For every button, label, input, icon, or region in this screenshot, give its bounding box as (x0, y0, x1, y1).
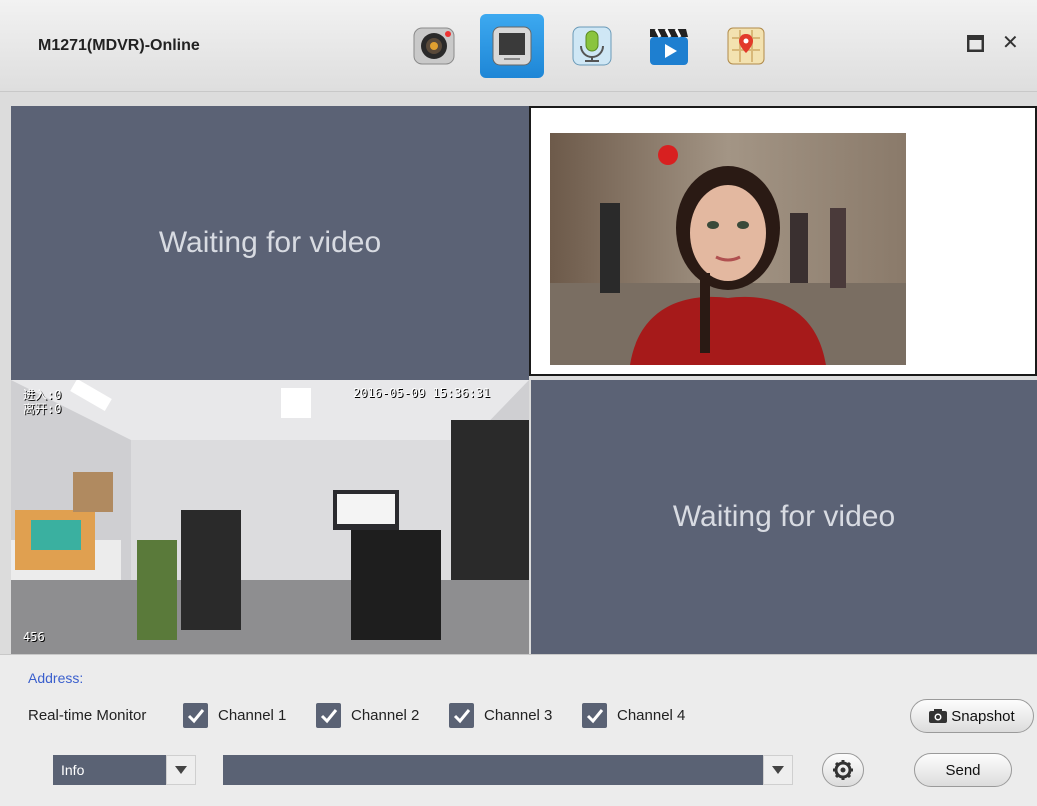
map-icon (727, 27, 765, 65)
settings-button[interactable] (822, 753, 864, 787)
snapshot-button[interactable]: Snapshot (910, 699, 1034, 733)
maximize-icon[interactable]: 🗖 (966, 30, 985, 64)
channel-2-checkbox[interactable] (316, 703, 341, 728)
window-title: M1271(MDVR)-Online (38, 37, 200, 54)
snapshot-label: Snapshot (951, 707, 1015, 725)
close-icon[interactable]: ✕ (1002, 30, 1019, 55)
playback-tool-button[interactable] (637, 14, 701, 78)
checkmark-icon (187, 708, 204, 723)
control-panel: Address: Real-time Monitor Channel 1 Cha… (0, 654, 1037, 806)
osd-timestamp: 2016-05-09 15:36:31 (353, 386, 491, 400)
office-video-frame (11, 380, 529, 654)
channel-1-checkbox[interactable] (183, 703, 208, 728)
video-channel-1[interactable]: Waiting for video (11, 106, 529, 380)
camera-tool-button[interactable] (402, 14, 466, 78)
channel-3-checkbox[interactable] (449, 703, 474, 728)
channel-4-label: Channel 4 (617, 707, 686, 724)
checkmark-icon (320, 708, 337, 723)
waiting-text: Waiting for video (158, 226, 382, 259)
osd-channel-number: 456 (23, 630, 45, 644)
checkmark-icon (453, 708, 470, 723)
gear-icon (833, 760, 853, 780)
info-dropdown-arrow[interactable] (166, 755, 196, 785)
map-tool-button[interactable] (714, 14, 778, 78)
channel-3-label: Channel 3 (484, 707, 553, 724)
send-button[interactable]: Send (914, 753, 1012, 787)
channel-4-checkbox[interactable] (582, 703, 607, 728)
video-channel-4[interactable]: Waiting for video (531, 380, 1037, 654)
chevron-down-icon (175, 766, 187, 774)
video-channel-2[interactable] (529, 106, 1037, 376)
chevron-down-icon (772, 766, 784, 774)
clapperboard-icon (650, 28, 688, 65)
microphone-icon (572, 26, 612, 66)
checkmark-icon (586, 708, 603, 723)
osd-counter-out: 离开:0 (23, 402, 62, 416)
command-select[interactable] (223, 755, 793, 785)
monitor-icon (492, 26, 532, 66)
channel-1-label: Channel 1 (218, 707, 287, 724)
address-label: Address: (28, 670, 84, 686)
microphone-tool-button[interactable] (560, 14, 624, 78)
video-channel-3[interactable]: 进入:0 离开:0 2016-05-09 15:36:31 456 (11, 380, 529, 654)
info-select-value: Info (61, 762, 85, 778)
portrait-video-frame (550, 133, 906, 365)
camera-icon (929, 709, 948, 723)
title-bar: M1271(MDVR)-Online 🗖 ✕ (0, 0, 1037, 92)
video-grid: Waiting for video 进入:0 离开:0 2016-05-09 1… (0, 92, 1037, 654)
send-label: Send (945, 761, 981, 779)
monitor-tool-button[interactable] (480, 14, 544, 78)
camera-icon (413, 27, 455, 65)
waiting-text: Waiting for video (672, 500, 896, 533)
realtime-monitor-label: Real-time Monitor (28, 707, 147, 724)
command-dropdown-arrow[interactable] (763, 755, 793, 785)
channel-2-label: Channel 2 (351, 707, 420, 724)
